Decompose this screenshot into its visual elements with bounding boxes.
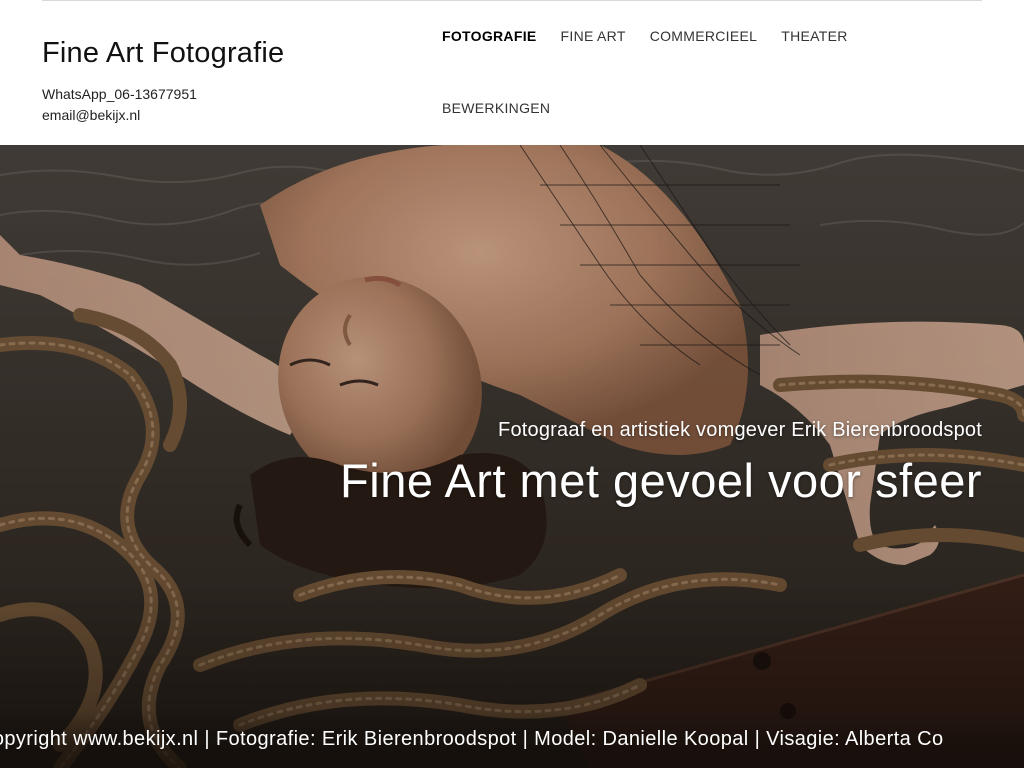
nav-link-theater[interactable]: THEATER: [781, 28, 847, 44]
nav-menu: FOTOGRAFIE FINE ART COMMERCIEEL THEATER …: [442, 0, 1002, 144]
nav-item-theater: THEATER: [781, 0, 847, 72]
nav-item-fotografie: FOTOGRAFIE: [442, 0, 537, 72]
site-title-link[interactable]: Fine Art Fotografie: [42, 34, 422, 72]
photo-credit-bar: Copyright www.bekijx.nl | Fotografie: Er…: [0, 710, 1024, 768]
whatsapp-contact: WhatsApp_06-13677951: [42, 86, 197, 102]
nav-item-commercieel: COMMERCIEEL: [650, 0, 758, 72]
nav-link-fine-art[interactable]: FINE ART: [561, 28, 626, 44]
hero-title: Fine Art met gevoel voor sfeer: [340, 454, 982, 507]
site-contact-info: WhatsApp_06-13677951 email@bekijx.nl: [42, 84, 422, 126]
nav-item-bewerkingen: BEWERKINGEN: [442, 72, 550, 144]
nav-link-commercieel[interactable]: COMMERCIEEL: [650, 28, 758, 44]
nav-item-fine-art: FINE ART: [561, 0, 626, 72]
site-branding: Fine Art Fotografie WhatsApp_06-13677951…: [42, 34, 422, 126]
nav-link-bewerkingen[interactable]: BEWERKINGEN: [442, 100, 550, 116]
photo-credit-text: Copyright www.bekijx.nl | Fotografie: Er…: [0, 728, 944, 750]
hero-banner: Fotograaf en artistiek vomgever Erik Bie…: [0, 145, 1024, 768]
hero-subtitle: Fotograaf en artistiek vomgever Erik Bie…: [498, 419, 982, 441]
nav-link-fotografie[interactable]: FOTOGRAFIE: [442, 28, 537, 44]
main-navigation: FOTOGRAFIE FINE ART COMMERCIEEL THEATER …: [442, 0, 1002, 145]
hero-text-block: Fotograaf en artistiek vomgever Erik Bie…: [340, 417, 982, 509]
site-header: Fine Art Fotografie WhatsApp_06-13677951…: [0, 0, 1024, 145]
email-contact: email@bekijx.nl: [42, 107, 141, 123]
